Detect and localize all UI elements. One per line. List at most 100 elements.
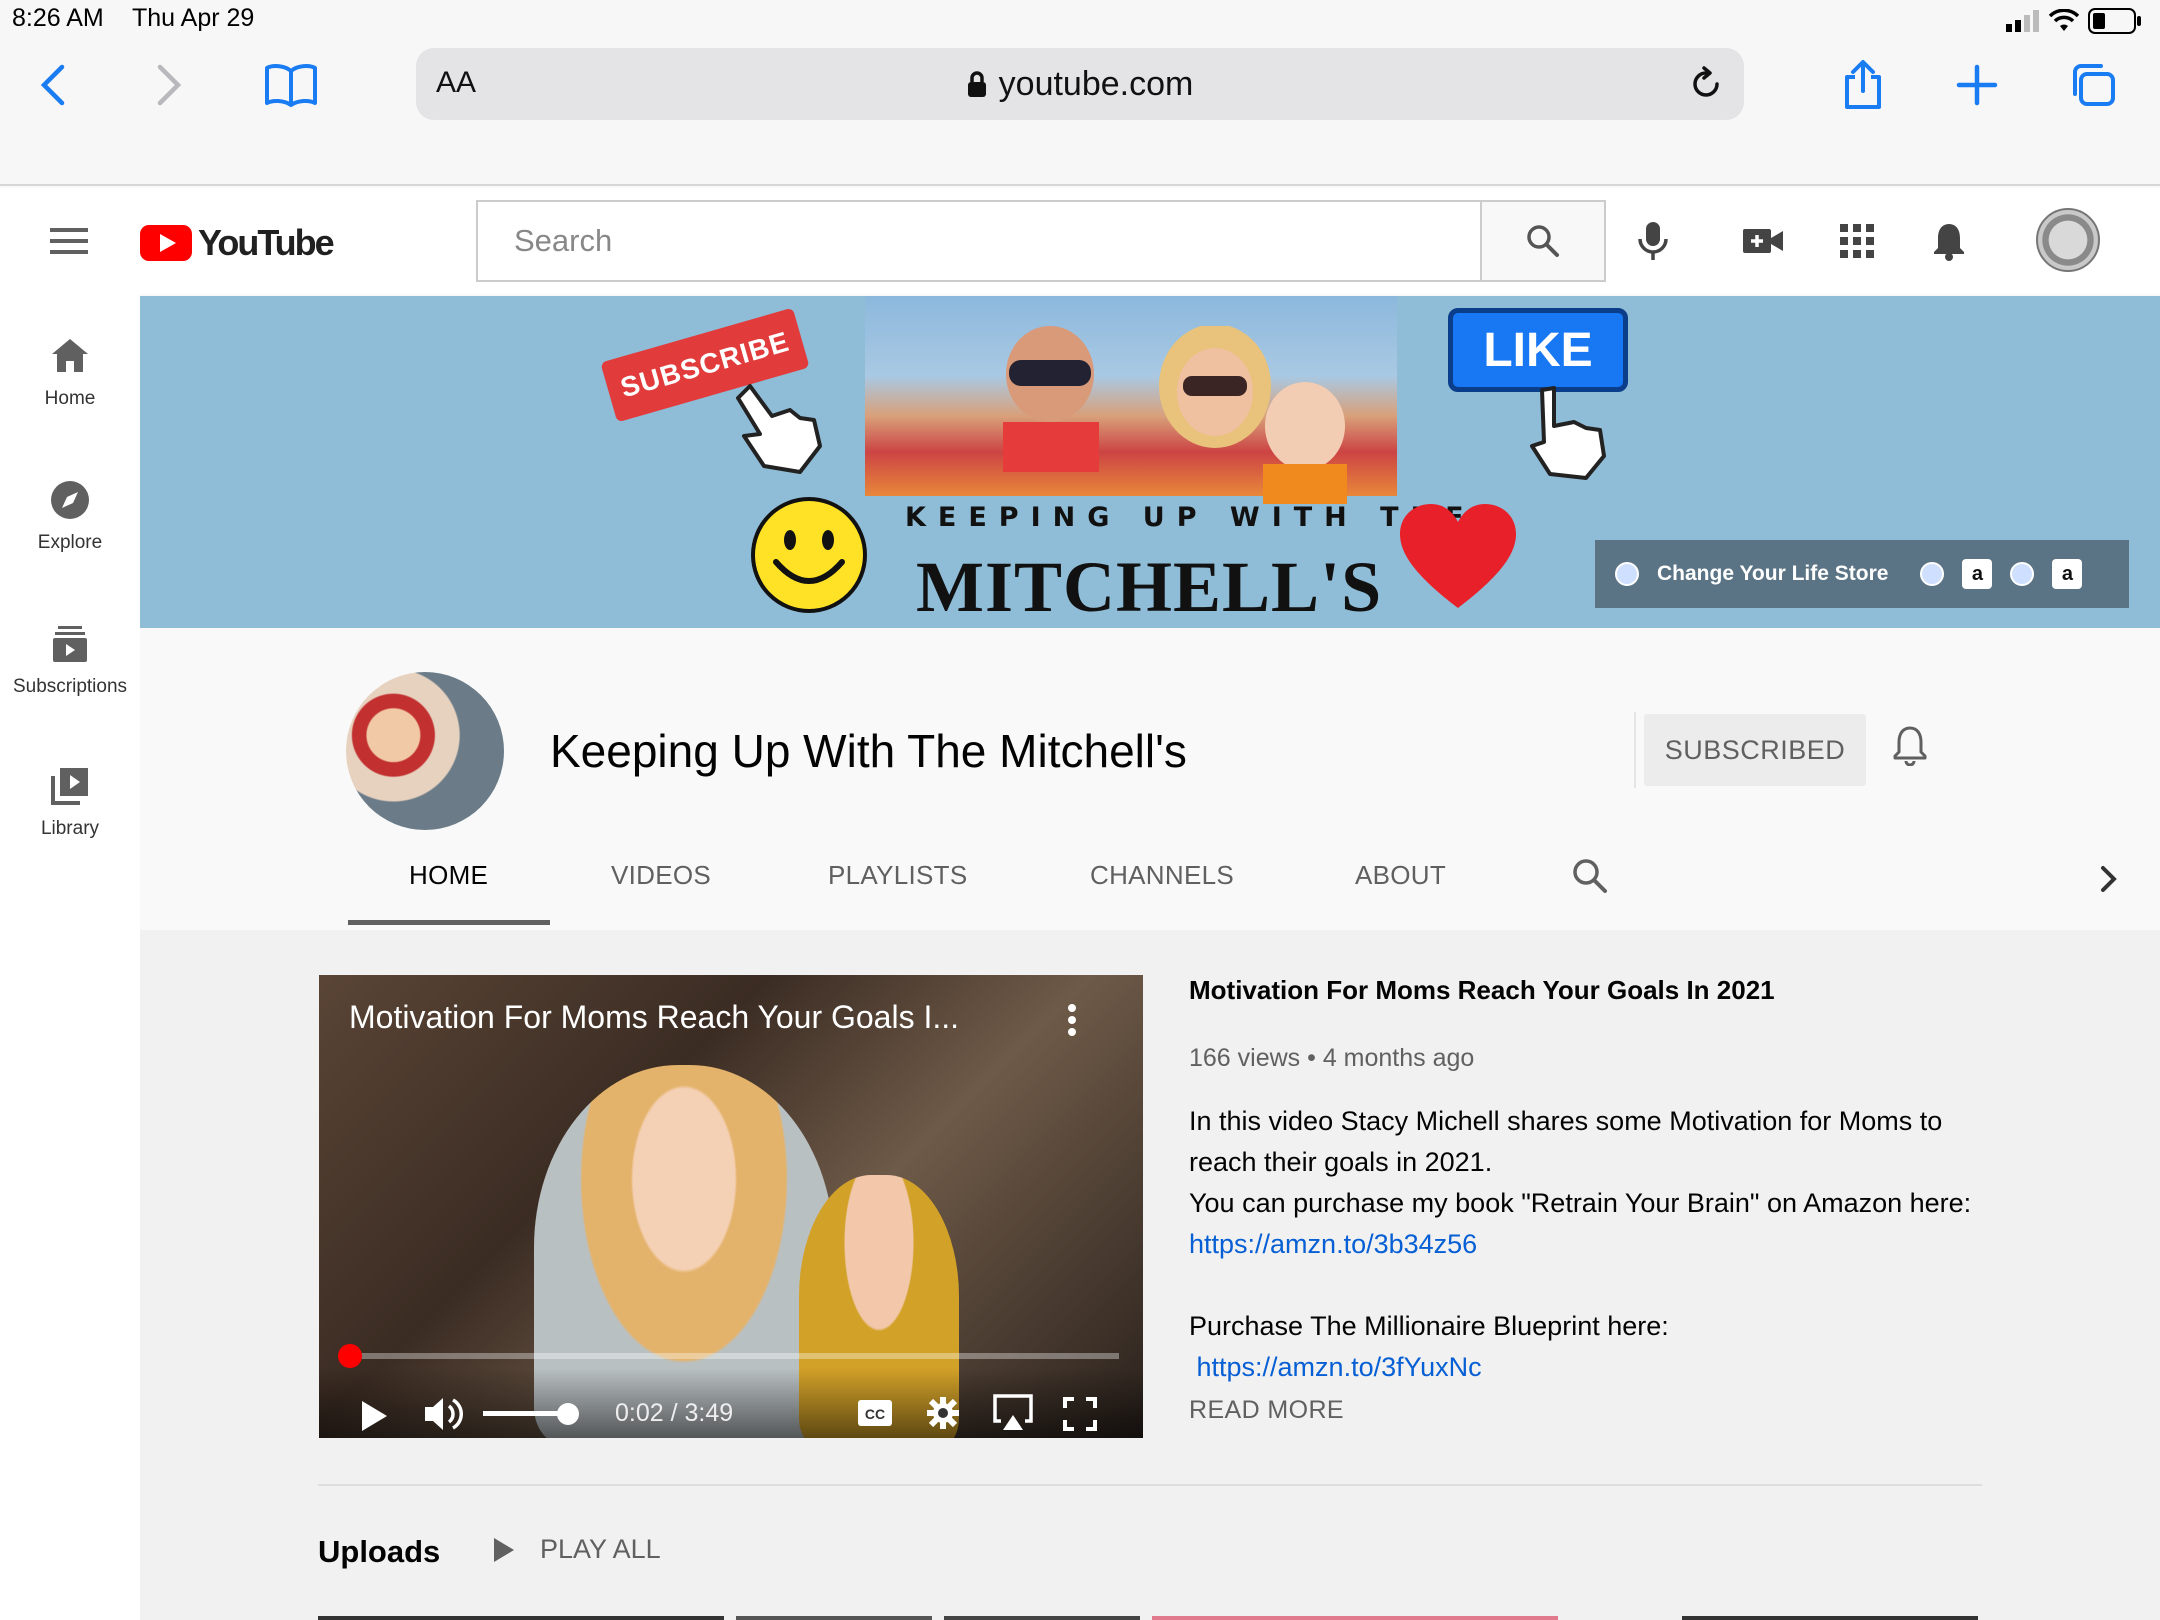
tab-about[interactable]: ABOUT bbox=[1355, 860, 1446, 891]
player-time: 0:02 / 3:49 bbox=[615, 1399, 734, 1427]
pointing-hand-icon bbox=[1530, 386, 1606, 480]
captions-icon[interactable]: CC bbox=[857, 1399, 893, 1427]
library-icon bbox=[51, 768, 88, 805]
tab-playlists[interactable]: PLAYLISTS bbox=[828, 860, 968, 891]
featured-video-title[interactable]: Motivation For Moms Reach Your Goals In … bbox=[1189, 975, 2059, 1006]
subscriptions-icon bbox=[53, 626, 87, 662]
share-button[interactable] bbox=[1834, 56, 1892, 114]
guide-label: Subscriptions bbox=[12, 676, 128, 697]
airplay-icon[interactable] bbox=[991, 1393, 1035, 1433]
tab-videos[interactable]: VIDEOS bbox=[611, 860, 711, 891]
chevron-right-icon bbox=[157, 64, 182, 106]
pointing-hand-icon bbox=[736, 384, 822, 474]
home-icon bbox=[52, 339, 88, 372]
heart-icon bbox=[1400, 504, 1516, 608]
description-line: Purchase The Millionaire Blueprint here: bbox=[1189, 1311, 1669, 1341]
video-camera-plus-icon bbox=[1743, 229, 1783, 253]
amazon-icon[interactable]: a bbox=[1962, 559, 1993, 589]
guide-item-library[interactable]: Library bbox=[0, 764, 140, 840]
description-link[interactable]: https://amzn.to/3fYuxNc bbox=[1189, 1347, 2059, 1388]
subscribed-button[interactable]: SUBSCRIBED bbox=[1644, 714, 1866, 786]
url-display[interactable]: youtube.com bbox=[416, 65, 1744, 104]
play-icon[interactable] bbox=[359, 1399, 389, 1433]
channel-search-icon[interactable] bbox=[1572, 858, 1608, 894]
active-tab-indicator bbox=[348, 920, 550, 925]
progress-bar[interactable] bbox=[343, 1353, 1119, 1359]
channel-home-content: Motivation For Moms Reach Your Goals I..… bbox=[140, 930, 2160, 1620]
cellular-icon bbox=[2006, 10, 2039, 32]
description-line: reach their goals in 2021. bbox=[1189, 1147, 1493, 1177]
search-input[interactable] bbox=[478, 202, 1480, 280]
banner-family-photo bbox=[865, 296, 1397, 504]
back-button[interactable] bbox=[24, 56, 82, 114]
upload-thumbnail[interactable] bbox=[1152, 1616, 1558, 1620]
forward-button[interactable] bbox=[140, 56, 198, 114]
globe-icon bbox=[1615, 562, 1639, 586]
channel-avatar[interactable] bbox=[346, 672, 504, 830]
tabs-icon bbox=[2073, 64, 2115, 106]
youtube-logo[interactable]: YouTube bbox=[140, 222, 335, 264]
banner-heading-small: KEEPING UP WITH THE bbox=[905, 502, 1476, 533]
share-icon bbox=[1845, 60, 1881, 109]
globe-icon[interactable] bbox=[2010, 562, 2035, 586]
channel-header: Keeping Up With The Mitchell's SUBSCRIBE… bbox=[140, 628, 2160, 930]
player-title[interactable]: Motivation For Moms Reach Your Goals I..… bbox=[349, 999, 959, 1036]
amazon-icon[interactable]: a bbox=[2052, 559, 2083, 589]
lock-icon bbox=[967, 71, 986, 97]
fullscreen-icon[interactable] bbox=[1063, 1397, 1097, 1431]
status-time: 8:26 AM bbox=[12, 4, 104, 32]
featured-video-meta: 166 views • 4 months ago bbox=[1189, 1044, 1475, 1072]
baby-figure bbox=[1263, 382, 1347, 504]
chevron-right-icon[interactable] bbox=[2098, 864, 2120, 894]
progress-scrubber[interactable] bbox=[337, 1344, 362, 1368]
tab-home[interactable]: HOME bbox=[409, 860, 488, 891]
volume-icon[interactable] bbox=[423, 1395, 463, 1433]
notification-bell-icon[interactable] bbox=[1892, 724, 1928, 766]
store-link[interactable]: Change Your Life Store bbox=[1657, 562, 1888, 586]
search-box[interactable] bbox=[476, 200, 1482, 282]
upload-thumbnail[interactable] bbox=[1682, 1616, 1978, 1620]
upload-thumbnail[interactable] bbox=[318, 1616, 724, 1620]
compass-icon bbox=[51, 481, 89, 519]
apps-button[interactable] bbox=[1828, 212, 1886, 270]
more-vertical-icon[interactable] bbox=[1067, 1003, 1077, 1037]
youtube-masthead: YouTube bbox=[0, 188, 2160, 294]
create-button[interactable] bbox=[1734, 212, 1792, 270]
uploads-heading[interactable]: Uploads bbox=[318, 1534, 440, 1570]
banner-links-bar[interactable]: Change Your Life Store a a bbox=[1595, 540, 2129, 608]
read-more-button[interactable]: READ MORE bbox=[1189, 1396, 2059, 1425]
notifications-button[interactable] bbox=[1920, 212, 1978, 270]
address-bar[interactable]: AA youtube.com bbox=[416, 48, 1744, 120]
upload-thumbnail[interactable] bbox=[944, 1616, 1140, 1620]
play-all-button[interactable]: PLAY ALL bbox=[492, 1534, 661, 1565]
wifi-icon bbox=[2048, 9, 2080, 31]
volume-slider[interactable] bbox=[483, 1411, 568, 1416]
volume-knob[interactable] bbox=[557, 1403, 579, 1425]
chevron-left-icon bbox=[40, 64, 65, 106]
account-avatar[interactable] bbox=[2036, 208, 2100, 272]
search-button[interactable] bbox=[1480, 200, 1606, 282]
voice-search-button[interactable] bbox=[1624, 212, 1682, 270]
status-date: Thu Apr 29 bbox=[132, 4, 255, 32]
reload-icon[interactable] bbox=[1688, 66, 1724, 102]
new-tab-button[interactable] bbox=[1948, 56, 2006, 114]
guide-menu-button[interactable] bbox=[40, 212, 98, 270]
settings-gear-icon[interactable] bbox=[925, 1395, 961, 1431]
tabs-button[interactable] bbox=[2064, 56, 2122, 114]
tab-channels[interactable]: CHANNELS bbox=[1090, 860, 1234, 891]
banner-like-text: LIKE bbox=[1483, 323, 1593, 377]
bookmarks-button[interactable] bbox=[262, 56, 320, 114]
upload-thumbnail[interactable] bbox=[736, 1616, 932, 1620]
featured-video-player[interactable]: Motivation For Moms Reach Your Goals I..… bbox=[319, 975, 1143, 1438]
guide-item-explore[interactable]: Explore bbox=[0, 478, 140, 554]
battery-icon bbox=[2088, 8, 2141, 34]
logo-text: YouTube bbox=[198, 222, 335, 263]
description-link[interactable]: https://amzn.to/3b34z56 bbox=[1189, 1224, 2059, 1265]
play-all-label: PLAY ALL bbox=[540, 1534, 661, 1564]
description-blank-line bbox=[1189, 1265, 2059, 1306]
globe-icon[interactable] bbox=[1920, 562, 1945, 586]
bell-icon bbox=[1934, 224, 1964, 261]
search-icon bbox=[1527, 225, 1559, 257]
guide-item-home[interactable]: Home bbox=[0, 334, 140, 410]
guide-item-subscriptions[interactable]: Subscriptions bbox=[0, 622, 140, 698]
